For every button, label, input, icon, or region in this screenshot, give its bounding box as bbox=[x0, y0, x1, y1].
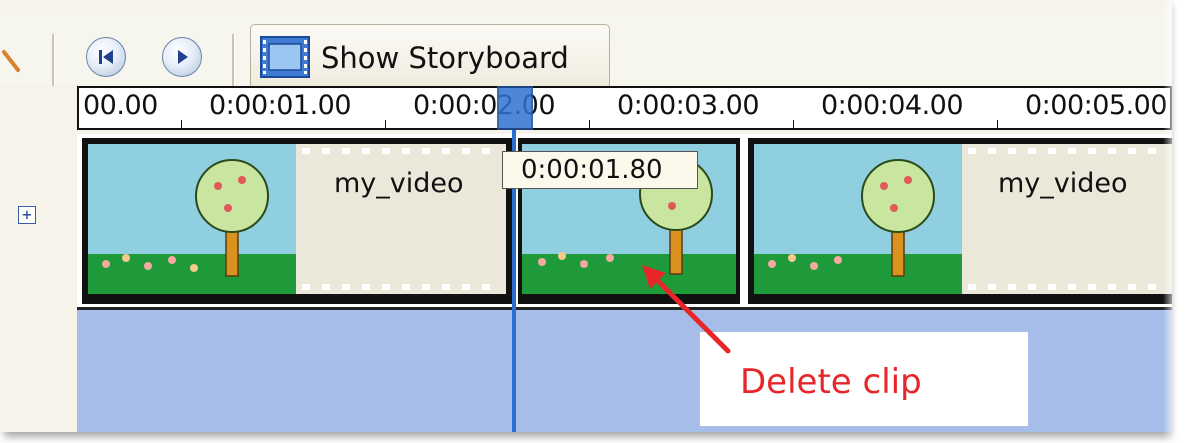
sprocket-holes bbox=[968, 148, 1166, 154]
tick-label: 0:00:02.00 bbox=[413, 90, 556, 121]
show-storyboard-label: Show Storyboard bbox=[321, 41, 569, 75]
zoom-icon[interactable] bbox=[0, 48, 22, 74]
annotation-arrow-icon bbox=[642, 265, 731, 354]
annotation-callout: Delete clip bbox=[700, 332, 1028, 426]
show-storyboard-button[interactable]: Show Storyboard bbox=[250, 24, 610, 90]
tick-label: 0:00:03.00 bbox=[617, 90, 760, 121]
movie-maker-timeline-window: Show Storyboard 00.00 0:00:01.00 0:00:02… bbox=[0, 0, 1172, 432]
ruler-tick bbox=[997, 120, 998, 128]
tick-label: 0:00:01.00 bbox=[209, 90, 352, 121]
play-icon bbox=[178, 50, 188, 64]
annotation-text: Delete clip bbox=[740, 362, 922, 402]
torn-page-edge bbox=[1163, 0, 1191, 443]
clip-thumbnail bbox=[754, 144, 962, 294]
skip-back-icon bbox=[99, 50, 113, 64]
video-clip[interactable]: my_video bbox=[82, 138, 512, 304]
tick-label: 0:00:04.00 bbox=[821, 90, 964, 121]
sprocket-holes bbox=[302, 148, 500, 154]
ruler-tick bbox=[793, 120, 794, 128]
clip-filmstrip: my_video bbox=[296, 144, 506, 294]
flowers-decoration bbox=[102, 254, 198, 272]
timeline-toolbar: Show Storyboard bbox=[0, 10, 1172, 90]
rewind-button[interactable] bbox=[86, 37, 126, 77]
storyboard-filmstrip-icon bbox=[260, 36, 310, 78]
clip-thumbnail bbox=[88, 144, 296, 294]
ruler-tick bbox=[181, 120, 182, 128]
sprocket-holes bbox=[302, 284, 500, 290]
playhead-handle[interactable] bbox=[497, 86, 533, 130]
video-clip[interactable]: my_video bbox=[748, 138, 1172, 304]
tick-label: 00.00 bbox=[83, 90, 158, 121]
clip-title: my_video bbox=[998, 168, 1128, 199]
ruler-tick bbox=[589, 120, 590, 128]
clip-filmstrip: my_video bbox=[962, 144, 1172, 294]
play-button[interactable] bbox=[162, 37, 202, 77]
ruler-tick bbox=[385, 120, 386, 128]
clip-title: my_video bbox=[334, 168, 464, 199]
tick-label: 0:00:05.00 bbox=[1025, 90, 1168, 121]
playhead-time-tooltip: 0:00:01.80 bbox=[502, 151, 698, 189]
expand-track-button[interactable]: + bbox=[18, 206, 36, 224]
timeline-ruler[interactable]: 00.00 0:00:01.00 0:00:02.00 0:00:03.00 0… bbox=[77, 86, 1172, 130]
toolbar-separator bbox=[52, 34, 55, 86]
flowers-decoration bbox=[768, 254, 842, 270]
toolbar-separator bbox=[232, 34, 235, 86]
sprocket-holes bbox=[968, 284, 1166, 290]
